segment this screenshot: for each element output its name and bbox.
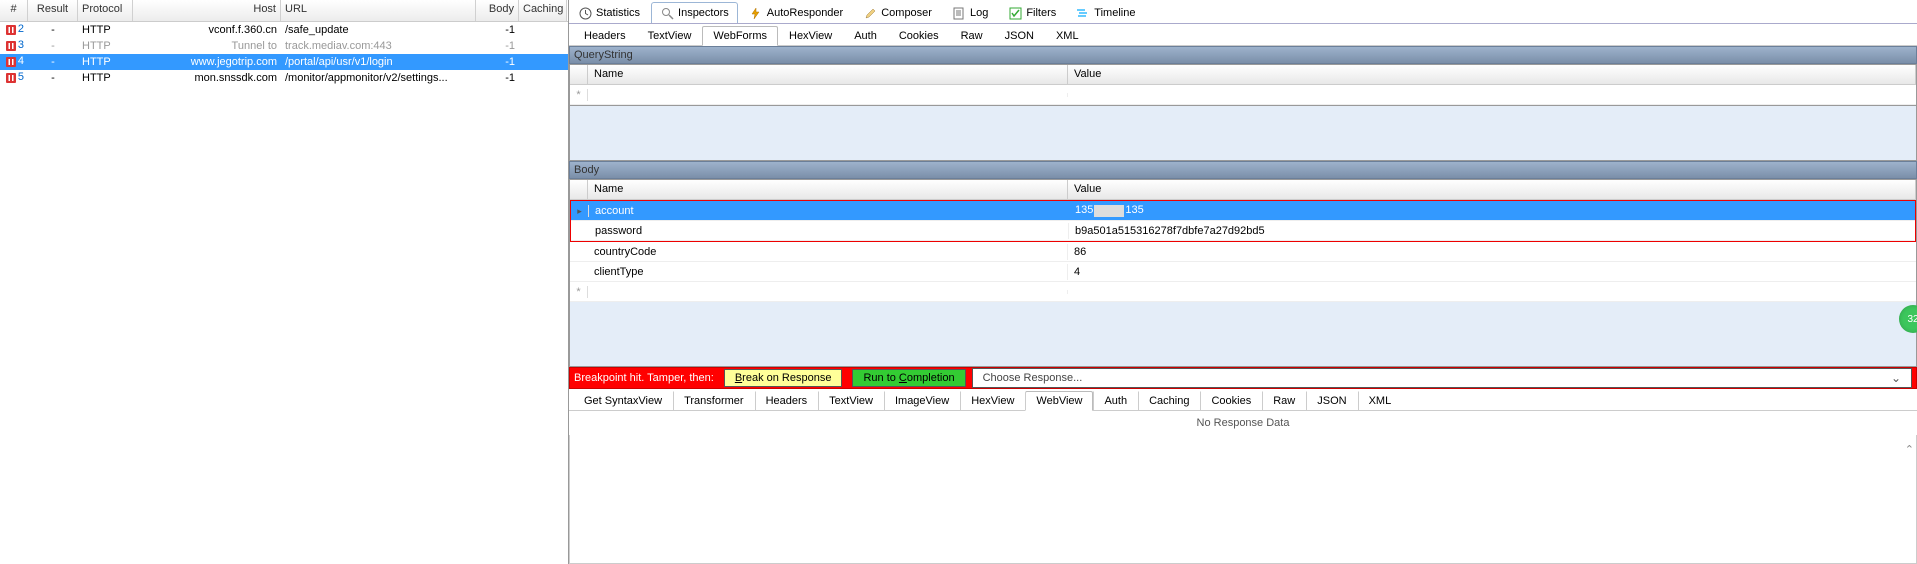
- querystring-col-value[interactable]: Value: [1068, 65, 1916, 84]
- col-protocol[interactable]: Protocol: [78, 0, 133, 21]
- tab-filters-label: Filters: [1026, 7, 1056, 19]
- lightning-icon: [749, 6, 763, 20]
- subtab-json[interactable]: JSON: [994, 26, 1045, 45]
- sessions-header: # Result Protocol Host URL Body Caching: [0, 0, 568, 22]
- querystring-grid[interactable]: Name Value: [569, 64, 1917, 106]
- run-to-completion-button[interactable]: Run to Completion: [852, 369, 965, 387]
- col-num[interactable]: #: [0, 0, 28, 21]
- tab-log-label: Log: [970, 7, 988, 19]
- session-row[interactable]: 4-HTTPwww.jegotrip.com/portal/api/usr/v1…: [0, 54, 568, 70]
- pause-icon: [4, 55, 18, 69]
- querystring-col-name[interactable]: Name: [588, 65, 1068, 84]
- response-subtabs: Get SyntaxView Transformer Headers TextV…: [569, 389, 1917, 411]
- timeline-icon: [1076, 6, 1090, 20]
- pencil-icon: [863, 6, 877, 20]
- table-row[interactable]: passwordb9a501a515316278f7dbfe7a27d92bd5: [571, 221, 1915, 241]
- document-icon: [952, 6, 966, 20]
- body-col-name[interactable]: Name: [588, 180, 1068, 199]
- col-result[interactable]: Result: [28, 0, 78, 21]
- body-title: Body: [569, 161, 1917, 179]
- resp-xml[interactable]: XML: [1358, 391, 1403, 410]
- tab-timeline-label: Timeline: [1094, 7, 1135, 19]
- table-row[interactable]: account135135: [571, 201, 1915, 221]
- body-grid[interactable]: Name Value account135135passwordb9a501a5…: [569, 179, 1917, 302]
- response-body-area: ⌃: [569, 435, 1917, 564]
- session-row[interactable]: 3-HTTPTunnel totrack.mediav.com:443-1: [0, 38, 568, 54]
- pause-icon: [4, 23, 18, 37]
- subtab-textview[interactable]: TextView: [637, 26, 703, 45]
- table-row[interactable]: countryCode86: [570, 242, 1916, 262]
- col-body[interactable]: Body: [476, 0, 519, 21]
- main-tabs: Statistics Inspectors AutoResponder Comp…: [569, 0, 1917, 24]
- tab-inspectors-label: Inspectors: [678, 7, 729, 19]
- request-subtabs: Headers TextView WebForms HexView Auth C…: [569, 24, 1917, 46]
- subtab-hexview[interactable]: HexView: [778, 26, 843, 45]
- pause-icon: [4, 39, 18, 53]
- tab-statistics-label: Statistics: [596, 7, 640, 19]
- subtab-raw[interactable]: Raw: [950, 26, 994, 45]
- subtab-cookies[interactable]: Cookies: [888, 26, 950, 45]
- scroll-up-icon[interactable]: ⌃: [1905, 443, 1914, 456]
- tab-statistics[interactable]: Statistics: [569, 2, 649, 23]
- tab-autoresponder-label: AutoResponder: [767, 7, 843, 19]
- subtab-webforms[interactable]: WebForms: [702, 26, 778, 46]
- no-response-data: No Response Data: [569, 411, 1917, 435]
- resp-raw[interactable]: Raw: [1262, 391, 1306, 410]
- choose-response-dropdown[interactable]: Choose Response...: [972, 368, 1912, 388]
- session-row[interactable]: 5-HTTPmon.snssdk.com/monitor/appmonitor/…: [0, 70, 568, 86]
- resp-textview[interactable]: TextView: [818, 391, 884, 410]
- querystring-title: QueryString: [569, 46, 1917, 64]
- tab-filters[interactable]: Filters: [999, 2, 1065, 23]
- inspector-panel: Statistics Inspectors AutoResponder Comp…: [569, 0, 1917, 564]
- sessions-panel: # Result Protocol Host URL Body Caching …: [0, 0, 569, 564]
- body-col-value[interactable]: Value: [1068, 180, 1916, 199]
- tab-timeline[interactable]: Timeline: [1067, 2, 1144, 23]
- magnifier-icon: [660, 6, 674, 20]
- col-caching[interactable]: Caching: [519, 0, 567, 21]
- tab-autoresponder[interactable]: AutoResponder: [740, 2, 852, 23]
- tab-composer[interactable]: Composer: [854, 2, 941, 23]
- resp-getsyntax[interactable]: Get SyntaxView: [573, 391, 673, 410]
- col-host[interactable]: Host: [133, 0, 281, 21]
- resp-hexview[interactable]: HexView: [960, 391, 1025, 410]
- tab-log[interactable]: Log: [943, 2, 997, 23]
- pause-icon: [4, 71, 18, 85]
- subtab-xml[interactable]: XML: [1045, 26, 1090, 45]
- resp-json[interactable]: JSON: [1306, 391, 1357, 410]
- table-row[interactable]: clientType4: [570, 262, 1916, 282]
- resp-headers[interactable]: Headers: [755, 391, 819, 410]
- tab-composer-label: Composer: [881, 7, 932, 19]
- session-row[interactable]: 2-HTTPvconf.f.360.cn/safe_update-1: [0, 22, 568, 38]
- resp-transformer[interactable]: Transformer: [673, 391, 755, 410]
- resp-caching[interactable]: Caching: [1138, 391, 1200, 410]
- resp-cookies[interactable]: Cookies: [1200, 391, 1262, 410]
- resp-imageview[interactable]: ImageView: [884, 391, 960, 410]
- body-empty: [569, 302, 1917, 367]
- resp-auth[interactable]: Auth: [1093, 391, 1138, 410]
- checkbox-icon: [1008, 6, 1022, 20]
- subtab-headers[interactable]: Headers: [573, 26, 637, 45]
- body-new-row[interactable]: [570, 282, 1916, 302]
- clock-icon: [578, 6, 592, 20]
- tab-inspectors[interactable]: Inspectors: [651, 2, 738, 23]
- querystring-empty: [569, 106, 1917, 161]
- breakpoint-text: Breakpoint hit. Tamper, then:: [574, 372, 714, 384]
- querystring-new-row[interactable]: [570, 85, 1916, 105]
- subtab-auth[interactable]: Auth: [843, 26, 888, 45]
- break-on-response-button[interactable]: Break on Response: [724, 369, 843, 387]
- resp-webview[interactable]: WebView: [1025, 391, 1093, 411]
- breakpoint-bar: Breakpoint hit. Tamper, then: Break on R…: [569, 367, 1917, 389]
- col-url[interactable]: URL: [281, 0, 476, 21]
- obscured-segment: [1094, 205, 1124, 217]
